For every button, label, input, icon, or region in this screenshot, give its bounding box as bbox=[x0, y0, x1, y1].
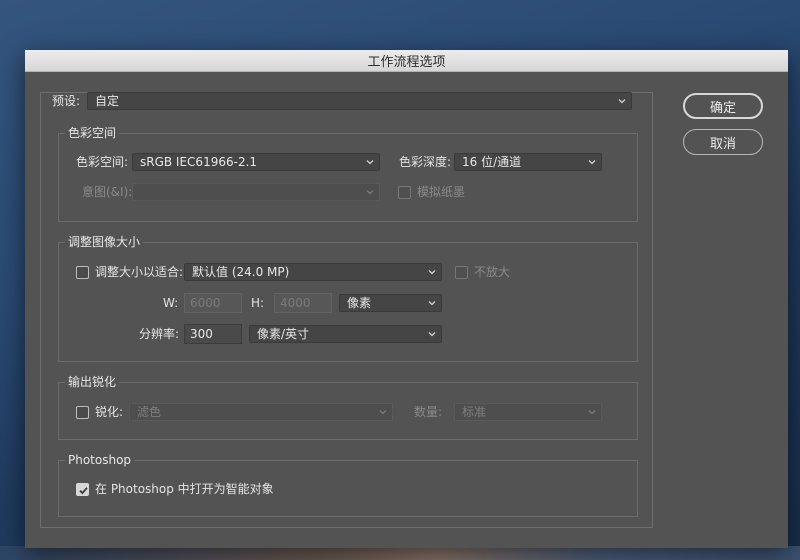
color-space-select[interactable]: sRGB IEC61966-2.1 bbox=[132, 153, 380, 171]
resize-fit-label: 调整大小以适合: bbox=[95, 265, 184, 279]
width-field[interactable]: 6000 bbox=[184, 293, 242, 313]
workflow-options-dialog: 工作流程选项 预设: 自定 色彩空间 色彩空间: sRGB IEC61966-2… bbox=[25, 50, 788, 548]
sharpen-for-select[interactable]: 滤色 bbox=[129, 403, 393, 421]
smart-object-label: 在 Photoshop 中打开为智能对象 bbox=[95, 482, 274, 496]
cancel-button-label: 取消 bbox=[709, 136, 736, 152]
sharpen-for-select-value: 滤色 bbox=[137, 405, 162, 419]
photoshop-group-title: Photoshop bbox=[65, 453, 135, 467]
chevron-down-icon bbox=[365, 157, 375, 167]
ok-button[interactable]: 确定 bbox=[683, 93, 763, 119]
amount-select-value: 标准 bbox=[462, 405, 487, 419]
size-unit-select[interactable]: 像素 bbox=[339, 294, 442, 312]
color-space-select-value: sRGB IEC61966-2.1 bbox=[140, 155, 258, 169]
intent-select[interactable] bbox=[132, 183, 380, 201]
resolution-field[interactable]: 300 bbox=[184, 324, 242, 344]
height-field[interactable]: 4000 bbox=[274, 293, 332, 313]
height-field-value: 4000 bbox=[280, 296, 311, 310]
color-depth-label: 色彩深度: bbox=[399, 155, 452, 169]
height-label: H: bbox=[251, 296, 265, 310]
amount-label: 数量: bbox=[414, 405, 443, 419]
resolution-unit-select[interactable]: 像素/英寸 bbox=[249, 325, 442, 343]
resolution-field-value: 300 bbox=[190, 327, 213, 341]
dialog-title: 工作流程选项 bbox=[367, 55, 446, 70]
cancel-button[interactable]: 取消 bbox=[683, 129, 763, 155]
color-depth-select-value: 16 位/通道 bbox=[462, 155, 522, 169]
sharpen-checkbox[interactable] bbox=[76, 406, 89, 419]
intent-label: 意图(&I): bbox=[82, 185, 133, 199]
chevron-down-icon bbox=[427, 329, 437, 339]
color-space-group: 色彩空间 色彩空间: sRGB IEC61966-2.1 色彩深度: 16 位/… bbox=[58, 126, 638, 222]
color-depth-select[interactable]: 16 位/通道 bbox=[454, 153, 602, 171]
width-field-value: 6000 bbox=[190, 296, 221, 310]
color-space-group-title: 色彩空间 bbox=[65, 126, 120, 140]
chevron-down-icon bbox=[617, 96, 627, 106]
size-unit-select-value: 像素 bbox=[347, 296, 372, 310]
no-enlarge-checkbox[interactable] bbox=[455, 266, 468, 279]
resize-group-title: 调整图像大小 bbox=[65, 235, 144, 249]
resize-fit-checkbox[interactable] bbox=[76, 266, 89, 279]
preset-select[interactable]: 自定 bbox=[87, 92, 632, 110]
ok-button-label: 确定 bbox=[709, 100, 736, 116]
resize-fit-select[interactable]: 默认值 (24.0 MP) bbox=[184, 263, 442, 281]
resize-group: 调整图像大小 调整大小以适合: 默认值 (24.0 MP) 不放大 W: 600… bbox=[58, 235, 638, 362]
desktop-background-strip bbox=[0, 546, 800, 560]
chevron-down-icon bbox=[587, 157, 597, 167]
chevron-down-icon bbox=[365, 187, 375, 197]
photoshop-group: Photoshop 在 Photoshop 中打开为智能对象 bbox=[58, 453, 638, 517]
simulate-paper-label: 模拟纸墨 bbox=[417, 185, 466, 199]
chevron-down-icon bbox=[427, 267, 437, 277]
chevron-down-icon bbox=[378, 407, 388, 417]
resolution-unit-select-value: 像素/英寸 bbox=[257, 327, 310, 341]
color-space-label: 色彩空间: bbox=[76, 155, 129, 169]
chevron-down-icon bbox=[427, 298, 437, 308]
chevron-down-icon bbox=[587, 407, 597, 417]
sharpen-label: 锐化: bbox=[95, 405, 124, 419]
sharpen-group-title: 输出锐化 bbox=[65, 375, 120, 389]
sharpen-group: 输出锐化 锐化: 滤色 数量: 标准 bbox=[58, 375, 638, 440]
amount-select[interactable]: 标准 bbox=[454, 403, 602, 421]
resolution-label: 分辨率: bbox=[139, 327, 180, 341]
resize-fit-select-value: 默认值 (24.0 MP) bbox=[192, 265, 290, 279]
width-label: W: bbox=[163, 296, 179, 310]
options-panel: 预设: 自定 色彩空间 色彩空间: sRGB IEC61966-2.1 色彩深度… bbox=[40, 92, 653, 528]
preset-label: 预设: bbox=[52, 94, 81, 108]
simulate-paper-checkbox[interactable] bbox=[398, 186, 411, 199]
checkmark-icon bbox=[79, 487, 88, 495]
dialog-titlebar[interactable]: 工作流程选项 bbox=[25, 50, 788, 72]
preset-select-value: 自定 bbox=[95, 94, 120, 108]
smart-object-checkbox[interactable] bbox=[76, 483, 89, 496]
no-enlarge-label: 不放大 bbox=[474, 265, 511, 279]
